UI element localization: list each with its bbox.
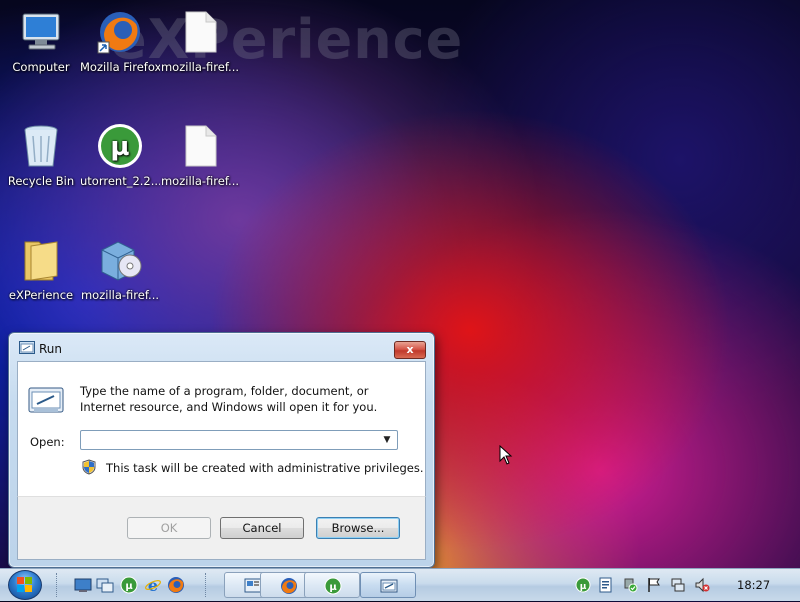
svg-text:e: e [148, 576, 158, 594]
run-dialog: Run x Type the name of a program, folder… [8, 332, 435, 568]
desktop-icon-label: Mozilla Firefox [80, 60, 160, 74]
desktop-icon-label: mozilla-firef... [80, 288, 160, 302]
cancel-button[interactable]: Cancel [220, 517, 304, 539]
file-icon [185, 11, 217, 53]
desktop-icon-label: Recycle Bin [7, 174, 75, 188]
desktop-icon-label: mozilla-firef... [160, 60, 240, 74]
utorrent-icon: µ [324, 577, 342, 595]
desktop-icon-mozilla-file-2[interactable]: mozilla-firef... [160, 122, 240, 188]
open-label: Open: [30, 435, 65, 449]
open-input[interactable] [83, 432, 373, 449]
show-desktop-icon[interactable] [74, 576, 92, 594]
desktop-icon-label: utorrent_2.2.... [80, 174, 160, 188]
safely-remove-icon[interactable] [622, 577, 638, 593]
svg-text:µ: µ [580, 582, 587, 592]
taskbar-divider [56, 573, 60, 597]
dialog-titlebar[interactable]: Run x [9, 333, 434, 361]
run-program-icon [28, 387, 64, 413]
windows-logo-icon [17, 577, 32, 592]
document-tray-icon[interactable] [598, 577, 614, 593]
svg-text:µ: µ [329, 582, 337, 593]
internet-explorer-icon[interactable]: e [144, 576, 162, 594]
desktop-icon-mozilla-file-1[interactable]: mozilla-firef... [160, 8, 240, 74]
firefox-icon[interactable] [167, 576, 185, 594]
run-dialog-icon [380, 579, 398, 593]
firefox-icon [97, 12, 140, 54]
switch-windows-icon[interactable] [96, 576, 114, 594]
desktop-icon-computer[interactable]: Computer [1, 8, 81, 74]
dropdown-arrow-icon[interactable]: ▼ [380, 433, 394, 447]
close-button[interactable]: x [394, 341, 426, 359]
utorrent-icon[interactable]: µ [120, 576, 138, 594]
open-combobox[interactable]: ▼ [80, 430, 398, 450]
desktop-icon-label: Computer [12, 60, 70, 74]
svg-text:µ: µ [125, 581, 133, 592]
folder-icon [24, 241, 58, 281]
desktop-icon-utorrent[interactable]: µ utorrent_2.2.... [80, 122, 160, 188]
start-button[interactable] [8, 570, 42, 600]
dialog-title: Run [39, 342, 63, 356]
network-icon[interactable] [670, 577, 686, 593]
dialog-button-bar: OK Cancel Browse... [17, 496, 426, 560]
mouse-cursor-icon [499, 445, 513, 465]
run-icon [19, 341, 35, 354]
uac-shield-icon [82, 459, 96, 475]
utorrent-icon: µ [98, 124, 142, 168]
action-center-flag-icon[interactable] [646, 577, 662, 593]
ok-button[interactable]: OK [127, 517, 211, 539]
desktop-icon-mozilla-firefox[interactable]: Mozilla Firefox [80, 8, 160, 74]
taskbar: µ e µ µ 18:27 [0, 568, 800, 601]
desktop-icon-recycle-bin[interactable]: Recycle Bin [1, 122, 81, 188]
browse-button[interactable]: Browse... [316, 517, 400, 539]
file-icon [185, 125, 217, 167]
desktop-icon-label: mozilla-firef... [160, 174, 240, 188]
computer-icon [22, 13, 60, 50]
desktop-icon-experience-folder[interactable]: eXPerience [1, 236, 81, 302]
dialog-body: Type the name of a program, folder, docu… [17, 361, 426, 496]
taskbar-button-utorrent[interactable]: µ [304, 572, 360, 598]
installer-icon [101, 241, 142, 281]
volume-muted-icon[interactable] [694, 577, 710, 593]
admin-privileges-note: This task will be created with administr… [106, 461, 424, 475]
dialog-description: Type the name of a program, folder, docu… [80, 384, 378, 414]
firefox-icon [281, 578, 297, 594]
svg-text:µ: µ [110, 132, 129, 162]
desktop-icon-label: eXPerience [8, 288, 74, 302]
utorrent-tray-icon[interactable]: µ [575, 577, 591, 593]
desktop-icon-mozilla-installer[interactable]: mozilla-firef... [80, 236, 160, 302]
taskbar-button-run[interactable] [360, 572, 416, 598]
taskbar-divider [205, 573, 209, 597]
recycle-bin-icon [24, 125, 58, 167]
taskbar-clock[interactable]: 18:27 [737, 578, 770, 592]
